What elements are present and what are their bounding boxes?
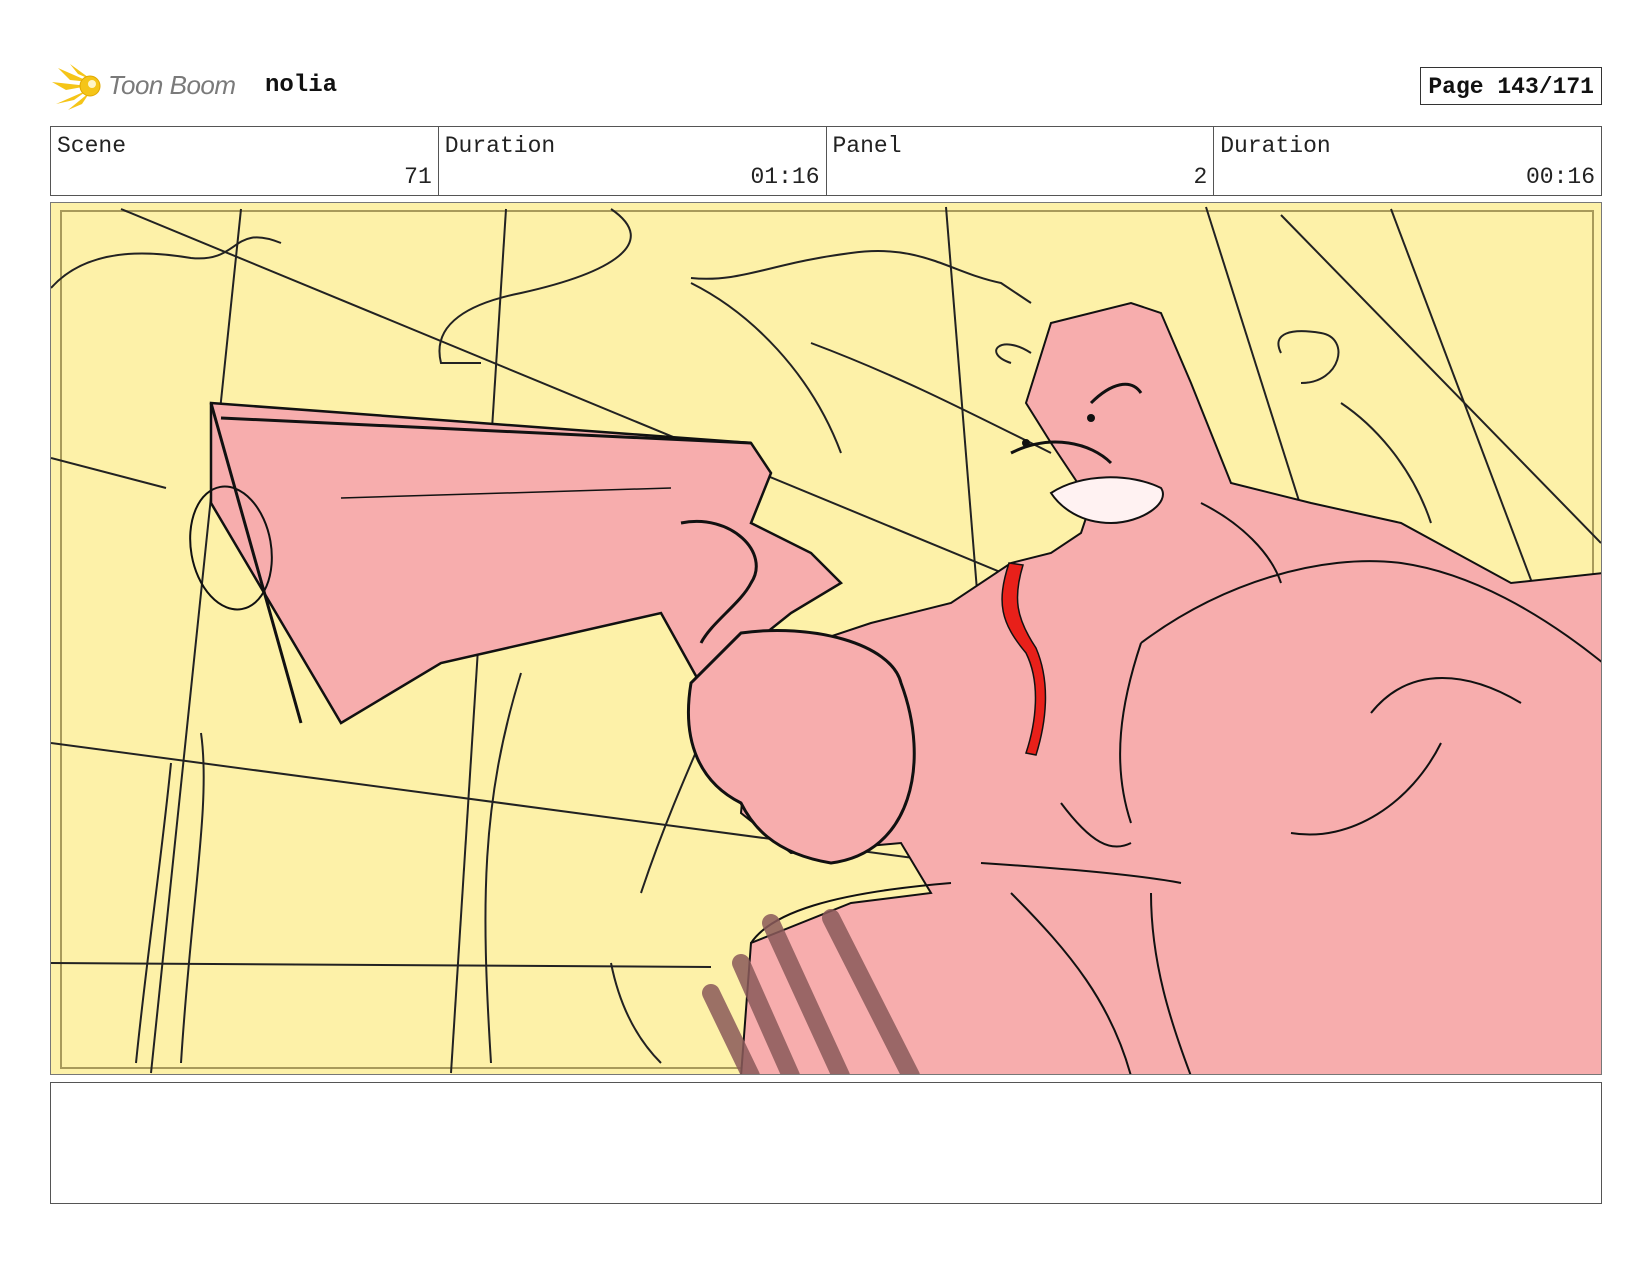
storyboard-panel-image	[50, 202, 1602, 1075]
character-figure	[189, 301, 1601, 1074]
scene-value: 71	[404, 164, 432, 190]
scene-cell: Scene 71	[51, 127, 439, 195]
toon-boom-logo-icon	[52, 64, 101, 110]
panel-label: Panel	[832, 133, 902, 159]
panel-value: 2	[1193, 164, 1208, 190]
scene-duration-cell: Duration 01:16	[439, 127, 827, 195]
scene-duration-label: Duration	[444, 133, 556, 159]
scene-duration-value: 01:16	[750, 164, 820, 190]
storyboard-sketch	[51, 206, 1601, 1074]
brand-name: Toon Boom	[108, 70, 236, 100]
page-header: Toon Boom nolia Page 143/171	[50, 58, 1602, 114]
panel-duration-cell: Duration 00:16	[1214, 127, 1601, 195]
page-number: Page 143/171	[1420, 67, 1602, 105]
scene-label: Scene	[57, 133, 127, 159]
panel-cell: Panel 2	[827, 127, 1215, 195]
scene-info-table: Scene 71 Duration 01:16 Panel 2 Duration…	[50, 126, 1602, 196]
project-name: nolia	[265, 72, 338, 99]
panel-duration-label: Duration	[1220, 133, 1331, 159]
panel-duration-value: 00:16	[1525, 164, 1595, 190]
panel-notes-box	[50, 1082, 1602, 1204]
